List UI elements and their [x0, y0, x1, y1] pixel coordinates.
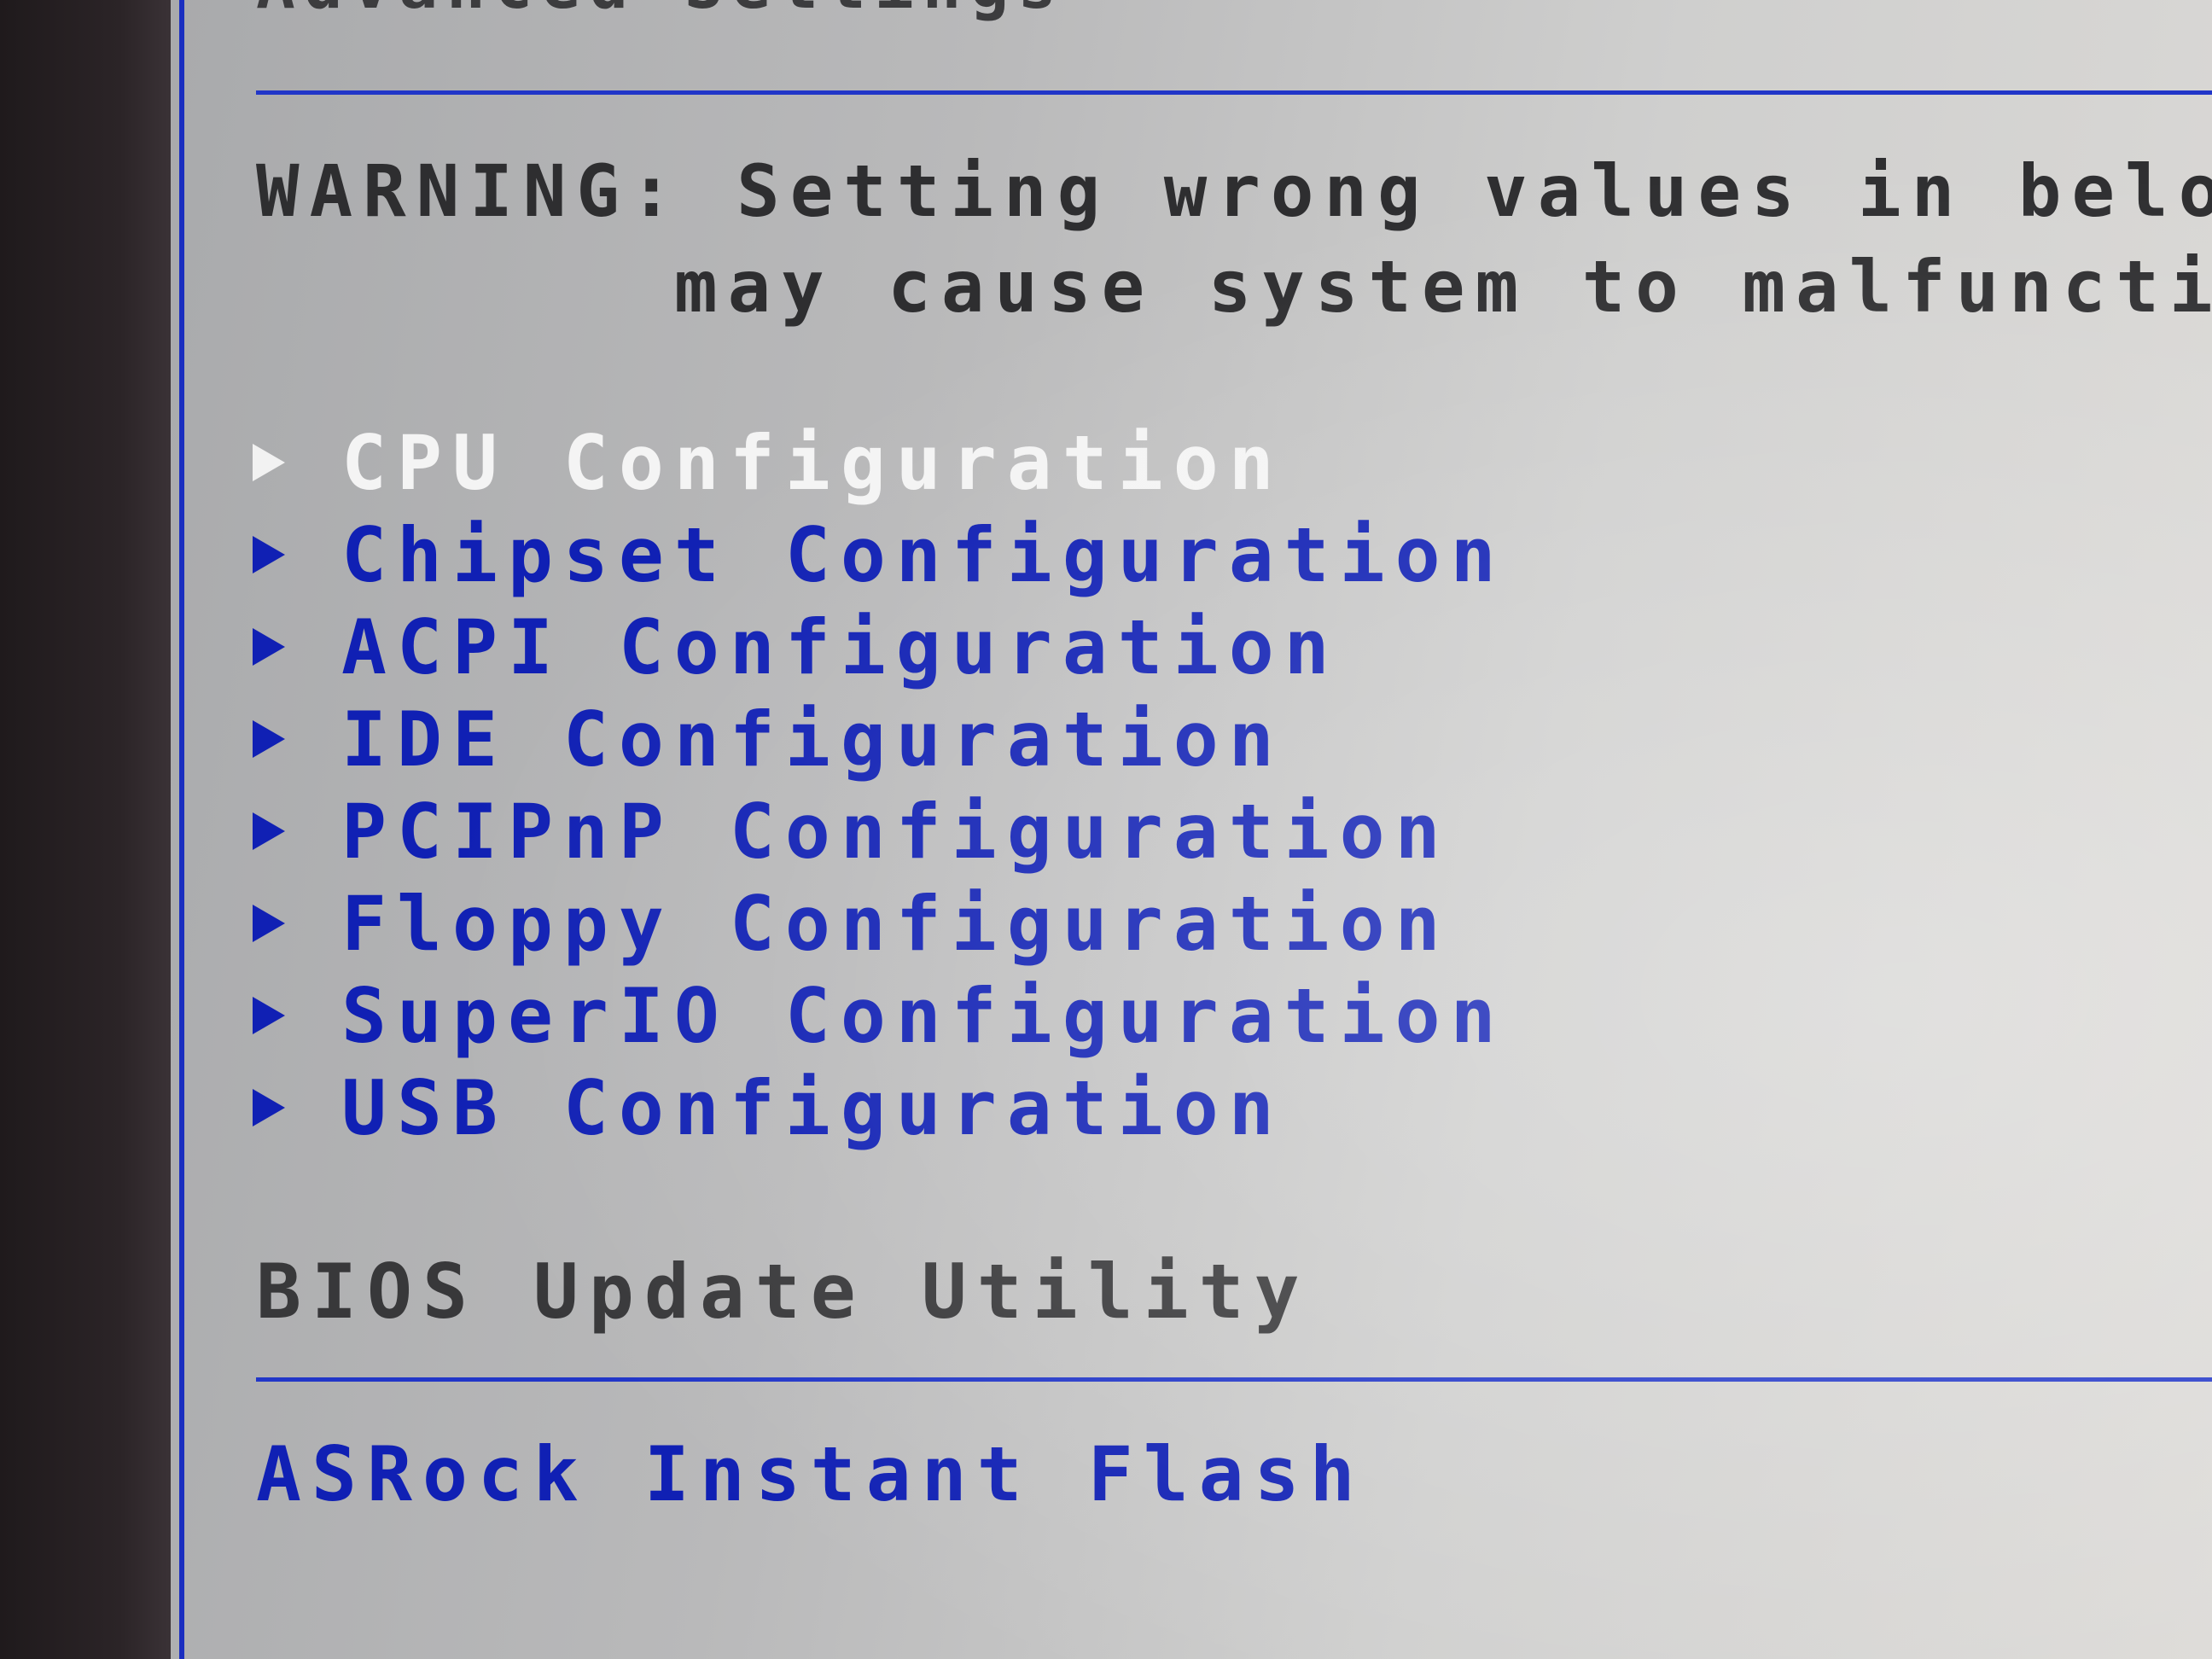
menu-item-acpi-configuration[interactable]: ACPI Configuration	[253, 601, 1506, 693]
instant-flash-item[interactable]: ASRock Instant Flash	[256, 1430, 1365, 1518]
menu-item-ide-configuration[interactable]: IDE Configuration	[253, 693, 1506, 785]
menu-item-label: IDE Configuration	[341, 695, 1284, 783]
menu-item-label: SuperIO Configuration	[341, 971, 1506, 1060]
bios-update-heading: BIOS Update Utility	[256, 1248, 1310, 1336]
section-divider	[256, 1377, 2212, 1382]
menu-item-label: PCIPnP Configuration	[341, 787, 1451, 876]
triangle-right-icon	[253, 536, 285, 573]
warning-message: WARNING: Setting wrong values in below s…	[256, 143, 2212, 335]
menu-item-usb-configuration[interactable]: USB Configuration	[253, 1062, 1506, 1154]
advanced-settings-menu: CPU Configuration Chipset Configuration …	[253, 416, 1506, 1154]
triangle-right-icon	[253, 905, 285, 942]
menu-item-superio-configuration[interactable]: SuperIO Configuration	[253, 969, 1506, 1062]
menu-item-label: CPU Configuration	[341, 418, 1284, 507]
warning-label: WARNING:	[256, 149, 684, 233]
screen-frame-border	[179, 0, 184, 1659]
page-title: Advanced Settings	[256, 0, 1065, 23]
menu-item-pcipnp-configuration[interactable]: PCIPnP Configuration	[253, 785, 1506, 877]
menu-item-cpu-configuration[interactable]: CPU Configuration	[253, 416, 1506, 509]
menu-item-floppy-configuration[interactable]: Floppy Configuration	[253, 877, 1506, 969]
triangle-right-icon	[253, 997, 285, 1034]
triangle-right-icon	[253, 720, 285, 758]
triangle-right-icon	[253, 444, 285, 481]
menu-item-label: ACPI Configuration	[341, 602, 1340, 691]
bios-screen: Advanced Settings WARNING: Setting wrong…	[171, 0, 2212, 1659]
monitor-bezel	[0, 0, 171, 1659]
warning-line-1: Setting wrong values in below sec	[736, 149, 2212, 233]
menu-item-label: Floppy Configuration	[341, 879, 1451, 968]
warning-line-2: may cause system to malfunction.	[674, 245, 2212, 329]
triangle-right-icon	[253, 1089, 285, 1126]
triangle-right-icon	[253, 628, 285, 666]
menu-item-label: USB Configuration	[341, 1063, 1284, 1152]
triangle-right-icon	[253, 812, 285, 850]
menu-item-label: Chipset Configuration	[341, 510, 1506, 599]
title-divider	[256, 90, 2212, 95]
menu-item-chipset-configuration[interactable]: Chipset Configuration	[253, 509, 1506, 601]
